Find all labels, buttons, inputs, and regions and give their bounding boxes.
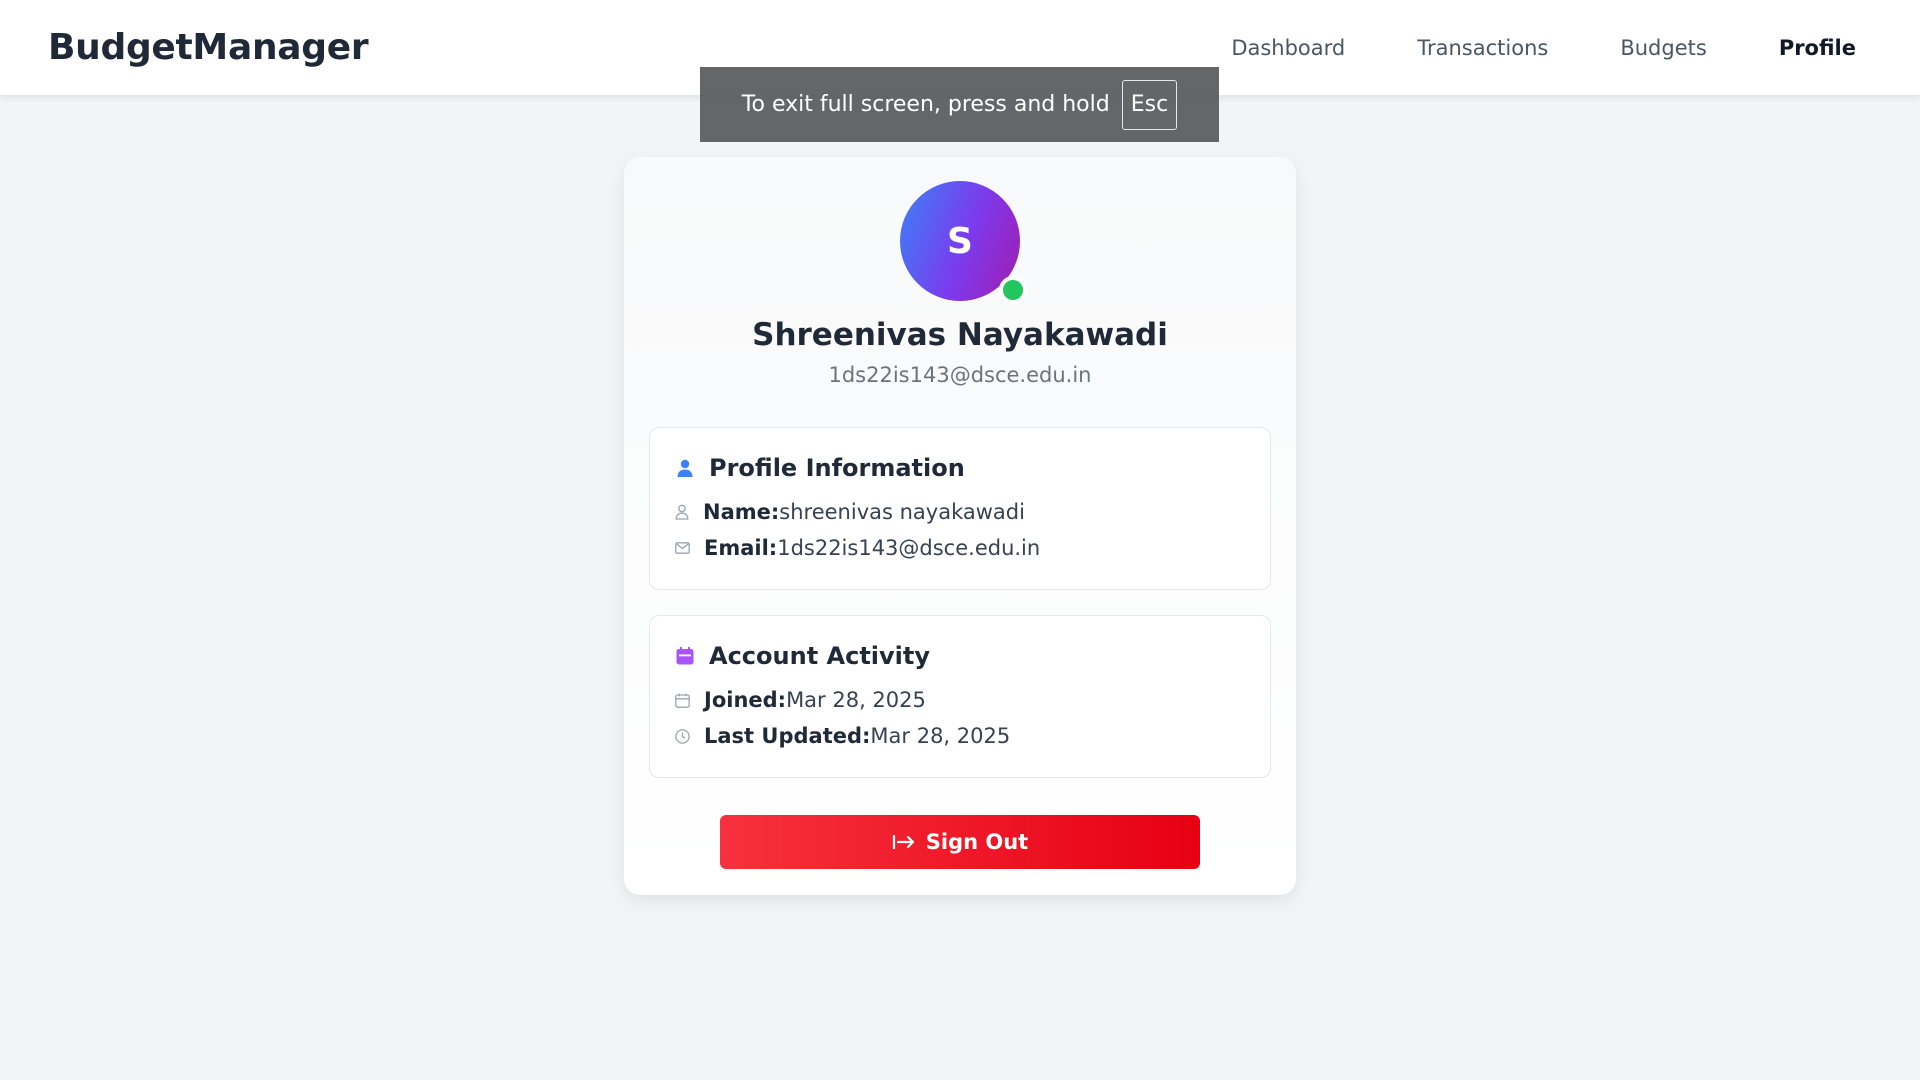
user-outline-icon [675,504,689,520]
fullscreen-exit-notice: To exit full screen, press and hold Esc [700,67,1219,142]
sign-out-icon [892,833,916,851]
esc-key-badge: Esc [1121,79,1178,130]
nav-link-transactions[interactable]: Transactions [1417,30,1548,66]
profile-information-header: Profile Information [675,454,965,482]
mail-icon [675,542,690,554]
profile-display-name: Shreenivas Nayakawadi [752,317,1168,353]
email-label: Email: [704,536,778,560]
brand-logo[interactable]: BudgetManager [48,24,369,72]
profile-email-row: Email:1ds22is143@dsce.edu.in [675,536,1040,560]
calendar-outline-icon [675,693,690,708]
profile-display-email: 1ds22is143@dsce.edu.in [828,363,1092,387]
email-value: 1ds22is143@dsce.edu.in [777,536,1041,560]
profile-information-section: Profile Information Name:shreenivas naya… [649,427,1271,590]
joined-value: Mar 28, 2025 [786,688,926,712]
profile-name-row: Name:shreenivas nayakawadi [675,500,1025,524]
account-activity-title: Account Activity [709,642,931,670]
fullscreen-exit-message: To exit full screen, press and hold [741,92,1110,117]
nav-link-budgets[interactable]: Budgets [1620,30,1706,66]
account-activity-header: Account Activity [675,642,930,670]
calendar-icon [675,646,695,666]
nav-link-profile[interactable]: Profile [1779,30,1856,66]
last-updated-row: Last Updated:Mar 28, 2025 [675,724,1010,748]
account-activity-section: Account Activity Joined:Mar 28, 2025 Las… [649,615,1271,778]
profile-card: S Shreenivas Nayakawadi 1ds22is143@dsce.… [624,157,1296,895]
last-updated-value: Mar 28, 2025 [870,724,1011,748]
profile-information-title: Profile Information [709,454,965,482]
user-icon [675,458,695,478]
online-status-indicator [999,276,1027,304]
clock-icon [675,728,690,744]
avatar-container: S [900,181,1027,304]
nav-link-dashboard[interactable]: Dashboard [1231,30,1345,66]
joined-label: Joined: [704,688,787,712]
sign-out-label: Sign Out [925,830,1029,854]
name-value: shreenivas nayakawadi [779,500,1025,524]
main-nav: Dashboard Transactions Budgets Profile [1231,30,1856,66]
joined-row: Joined:Mar 28, 2025 [675,688,926,712]
last-updated-label: Last Updated: [704,724,871,748]
name-label: Name: [703,500,780,524]
sign-out-button[interactable]: Sign Out [720,815,1200,869]
